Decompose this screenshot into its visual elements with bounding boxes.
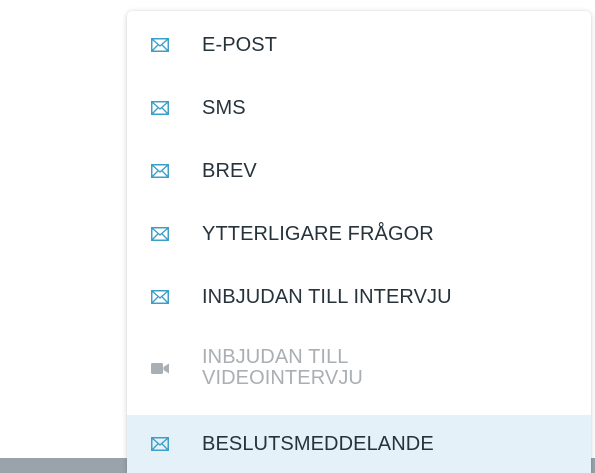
envelope-icon xyxy=(150,37,170,53)
envelope-icon xyxy=(150,289,170,305)
menu-item-label: YTTERLIGARE FRÅGOR xyxy=(202,223,434,245)
menu-item-beslutsmeddelande[interactable]: BESLUTSMEDDELANDE xyxy=(127,415,591,473)
menu-item-ytterligare-fragor[interactable]: YTTERLIGARE FRÅGOR xyxy=(127,214,591,254)
envelope-icon xyxy=(150,163,170,179)
menu-item-label: E-POST xyxy=(202,34,278,56)
menu-item-label: INBJUDAN TILL INTERVJU xyxy=(202,286,452,308)
page: E-POST SMS BREV YTTERLIGARE FRÅGOR INBJU xyxy=(0,0,595,473)
menu-item-inbjudan-till-intervju[interactable]: INBJUDAN TILL INTERVJU xyxy=(127,277,591,317)
envelope-icon xyxy=(150,436,170,452)
message-type-dropdown-menu: E-POST SMS BREV YTTERLIGARE FRÅGOR INBJU xyxy=(127,11,591,473)
menu-item-label: SMS xyxy=(202,97,246,119)
menu-item-label: BREV xyxy=(202,160,257,182)
menu-item-brev[interactable]: BREV xyxy=(127,151,591,191)
envelope-icon xyxy=(150,100,170,116)
menu-item-e-post[interactable]: E-POST xyxy=(127,25,591,65)
menu-item-label: INBJUDAN TILL VIDEOINTERVJU xyxy=(202,346,363,389)
video-camera-icon xyxy=(150,360,170,376)
menu-item-inbjudan-till-videointervju: INBJUDAN TILL VIDEOINTERVJU xyxy=(127,339,591,397)
menu-item-label: BESLUTSMEDDELANDE xyxy=(202,433,434,455)
envelope-icon xyxy=(150,226,170,242)
menu-item-sms[interactable]: SMS xyxy=(127,88,591,128)
